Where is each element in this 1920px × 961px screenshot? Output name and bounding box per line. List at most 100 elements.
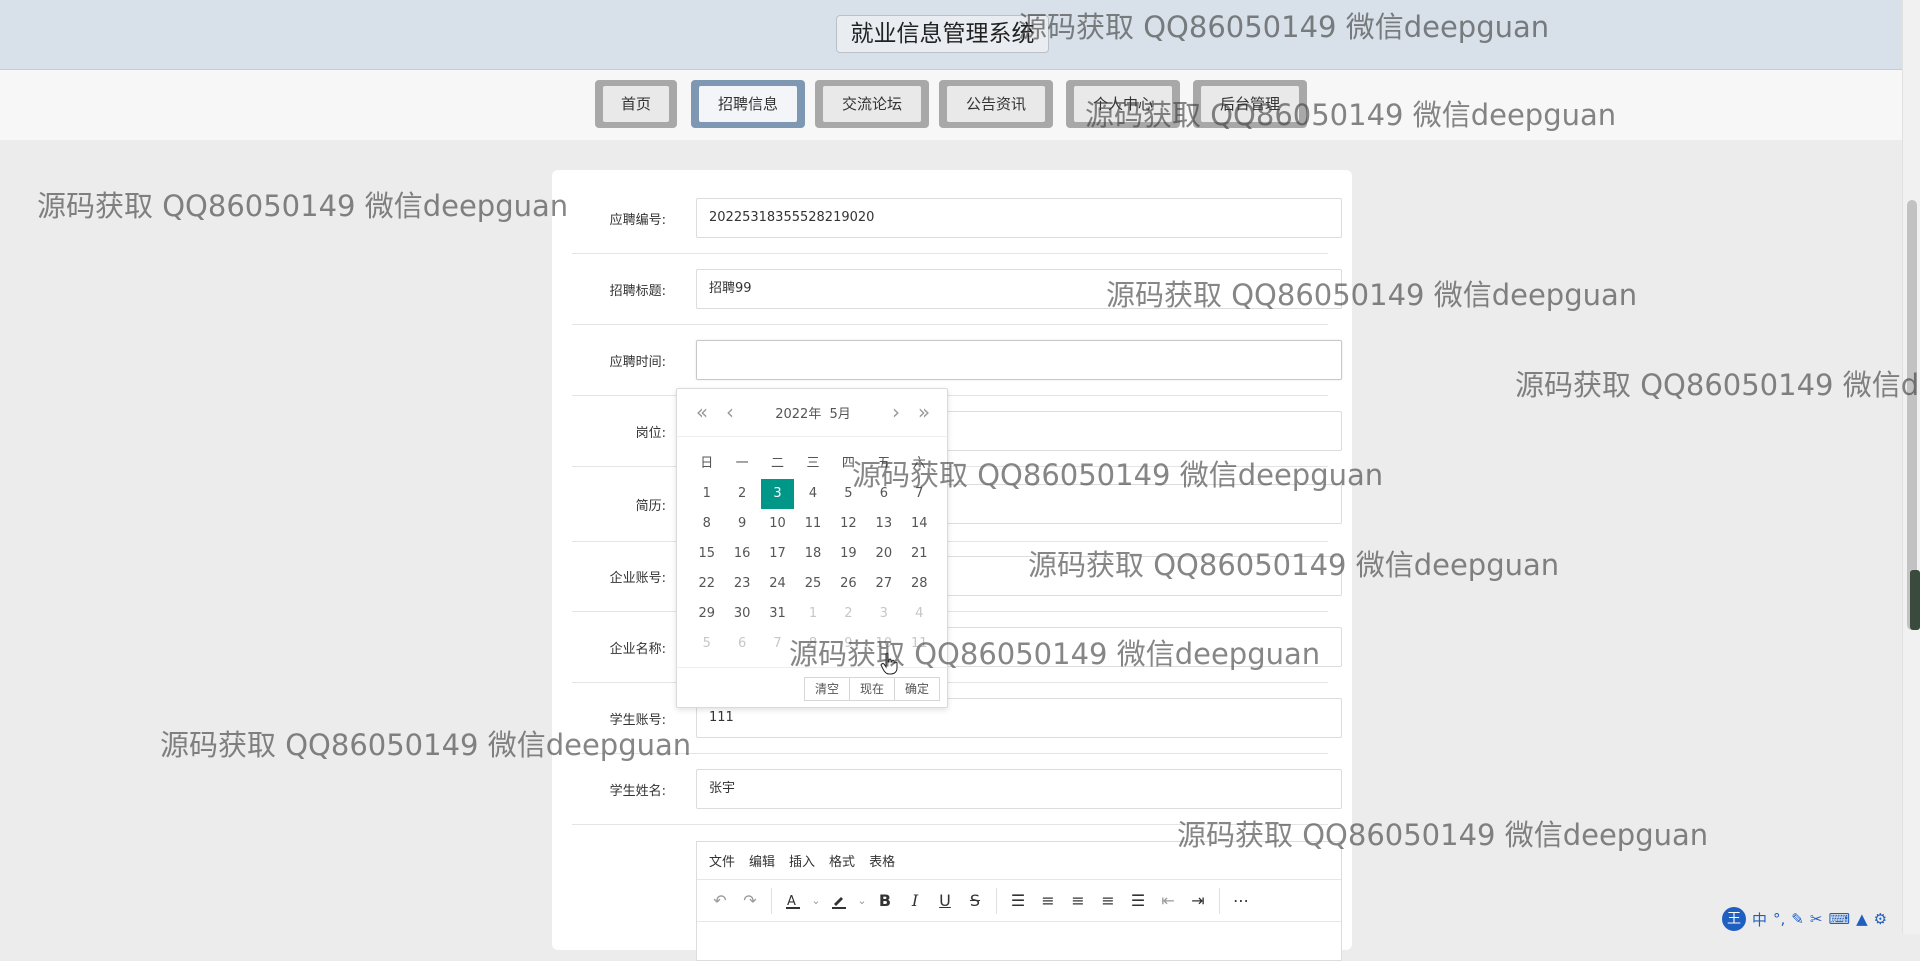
ime-badge[interactable]: 王 xyxy=(1722,907,1746,931)
line-height-icon[interactable]: ☰ xyxy=(1003,886,1033,916)
nav-news[interactable]: 公告资讯 xyxy=(939,80,1053,128)
day-cell-selected[interactable]: 3 xyxy=(760,479,795,509)
align-center-icon[interactable]: ≡ xyxy=(1063,886,1093,916)
underline-icon[interactable]: U xyxy=(930,886,960,916)
date-picker-year[interactable]: 2022年 xyxy=(775,407,821,422)
italic-icon[interactable]: I xyxy=(900,886,930,916)
nav-profile[interactable]: 个人中心 xyxy=(1066,80,1180,128)
day-cell[interactable]: 29 xyxy=(689,599,724,629)
day-cell[interactable]: 30 xyxy=(724,599,759,629)
nav-home[interactable]: 首页 xyxy=(595,80,677,128)
bold-icon[interactable]: B xyxy=(870,886,900,916)
next-year-icon[interactable]: » xyxy=(911,397,937,427)
vertical-scrollbar[interactable] xyxy=(1902,0,1920,934)
day-cell[interactable]: 9 xyxy=(724,509,759,539)
text-color-icon[interactable]: A xyxy=(778,886,808,916)
day-cell[interactable]: 7 xyxy=(902,479,937,509)
strikethrough-icon[interactable]: S xyxy=(960,886,990,916)
day-cell[interactable]: 14 xyxy=(902,509,937,539)
scrollbar-thumb[interactable] xyxy=(1907,200,1917,630)
chevron-down-icon[interactable]: ⌄ xyxy=(808,886,824,916)
day-cell[interactable]: 2 xyxy=(724,479,759,509)
pen-icon[interactable]: ✎ xyxy=(1791,910,1804,928)
nav-jobs[interactable]: 招聘信息 xyxy=(691,80,805,128)
editor-menu-format[interactable]: 格式 xyxy=(829,851,855,870)
undo-icon[interactable]: ↶ xyxy=(705,886,735,916)
outdent-icon[interactable]: ⇤ xyxy=(1153,886,1183,916)
day-cell-next-month[interactable]: 2 xyxy=(831,599,866,629)
app-id-input[interactable]: 20225318355528219020 xyxy=(696,198,1342,238)
day-cell[interactable]: 20 xyxy=(866,539,901,569)
clear-button[interactable]: 清空 xyxy=(804,677,851,701)
prev-month-icon[interactable]: ‹ xyxy=(717,397,743,427)
day-cell-next-month[interactable]: 5 xyxy=(689,629,724,659)
day-cell[interactable]: 6 xyxy=(866,479,901,509)
align-justify-icon[interactable]: ☰ xyxy=(1123,886,1153,916)
day-cell[interactable]: 10 xyxy=(760,509,795,539)
day-cell[interactable]: 11 xyxy=(795,509,830,539)
day-cell-next-month[interactable]: 7 xyxy=(760,629,795,659)
day-cell[interactable]: 27 xyxy=(866,569,901,599)
weekday-label: 四 xyxy=(841,456,855,471)
day-cell-next-month[interactable]: 3 xyxy=(866,599,901,629)
day-cell[interactable]: 15 xyxy=(689,539,724,569)
redo-icon[interactable]: ↷ xyxy=(735,886,765,916)
day-cell[interactable]: 13 xyxy=(866,509,901,539)
day-cell[interactable]: 18 xyxy=(795,539,830,569)
editor-menu-table[interactable]: 表格 xyxy=(869,851,895,870)
job-title-input[interactable]: 招聘99 xyxy=(696,269,1342,309)
day-cell[interactable]: 17 xyxy=(760,539,795,569)
day-cell[interactable]: 5 xyxy=(831,479,866,509)
align-right-icon[interactable]: ≡ xyxy=(1093,886,1123,916)
editor-menu-insert[interactable]: 插入 xyxy=(789,851,815,870)
day-cell-next-month[interactable]: 9 xyxy=(831,629,866,659)
day-cell[interactable]: 1 xyxy=(689,479,724,509)
highlight-icon[interactable] xyxy=(824,886,854,916)
day-cell[interactable]: 28 xyxy=(902,569,937,599)
prev-year-icon[interactable]: « xyxy=(689,397,715,427)
day-cell-next-month[interactable]: 1 xyxy=(795,599,830,629)
day-cell[interactable]: 23 xyxy=(724,569,759,599)
day-cell[interactable]: 12 xyxy=(831,509,866,539)
day-cell[interactable]: 26 xyxy=(831,569,866,599)
gear-icon[interactable]: ⚙ xyxy=(1874,910,1887,928)
day-cell-next-month[interactable]: 11 xyxy=(902,629,937,659)
day-cell[interactable]: 19 xyxy=(831,539,866,569)
weekday-row: 日 一 二 三 四 五 六 xyxy=(689,449,937,479)
day-cell[interactable]: 16 xyxy=(724,539,759,569)
day-cell[interactable]: 22 xyxy=(689,569,724,599)
editor-menu-file[interactable]: 文件 xyxy=(709,851,735,870)
day-cell[interactable]: 24 xyxy=(760,569,795,599)
keyboard-icon[interactable]: ⌨ xyxy=(1828,910,1850,928)
day-cell-next-month[interactable]: 8 xyxy=(795,629,830,659)
nav-home-label: 首页 xyxy=(603,86,669,122)
scissors-icon[interactable]: ✂ xyxy=(1810,910,1823,928)
date-picker-month[interactable]: 5月 xyxy=(829,407,850,422)
student-name-input[interactable]: 张宇 xyxy=(696,769,1342,809)
day-cell[interactable]: 4 xyxy=(795,479,830,509)
chevron-down-icon[interactable]: ⌄ xyxy=(854,886,870,916)
weekday-label: 一 xyxy=(735,456,749,471)
day-cell[interactable]: 31 xyxy=(760,599,795,629)
day-cell[interactable]: 25 xyxy=(795,569,830,599)
more-icon[interactable]: ⋯ xyxy=(1226,886,1256,916)
watermark: 源码获取 QQ86050149 微信deepguan xyxy=(37,189,569,223)
ime-punct-icon[interactable]: °, xyxy=(1773,910,1785,928)
nav-forum[interactable]: 交流论坛 xyxy=(815,80,929,128)
now-button[interactable]: 现在 xyxy=(849,677,896,701)
confirm-button[interactable]: 确定 xyxy=(894,677,941,701)
day-cell-next-month[interactable]: 4 xyxy=(902,599,937,629)
editor-menu-edit[interactable]: 编辑 xyxy=(749,851,775,870)
weekday-label: 六 xyxy=(912,456,926,471)
skin-icon[interactable]: ▲ xyxy=(1856,910,1868,928)
day-cell[interactable]: 8 xyxy=(689,509,724,539)
day-cell[interactable]: 21 xyxy=(902,539,937,569)
indent-icon[interactable]: ⇥ xyxy=(1183,886,1213,916)
next-month-icon[interactable]: › xyxy=(883,397,909,427)
nav-admin[interactable]: 后台管理 xyxy=(1193,80,1307,128)
ime-lang[interactable]: 中 xyxy=(1752,909,1767,930)
align-left-icon[interactable]: ≡ xyxy=(1033,886,1063,916)
apply-time-input[interactable] xyxy=(696,340,1342,380)
day-cell-next-month[interactable]: 6 xyxy=(724,629,759,659)
toolbar-separator xyxy=(996,887,997,914)
